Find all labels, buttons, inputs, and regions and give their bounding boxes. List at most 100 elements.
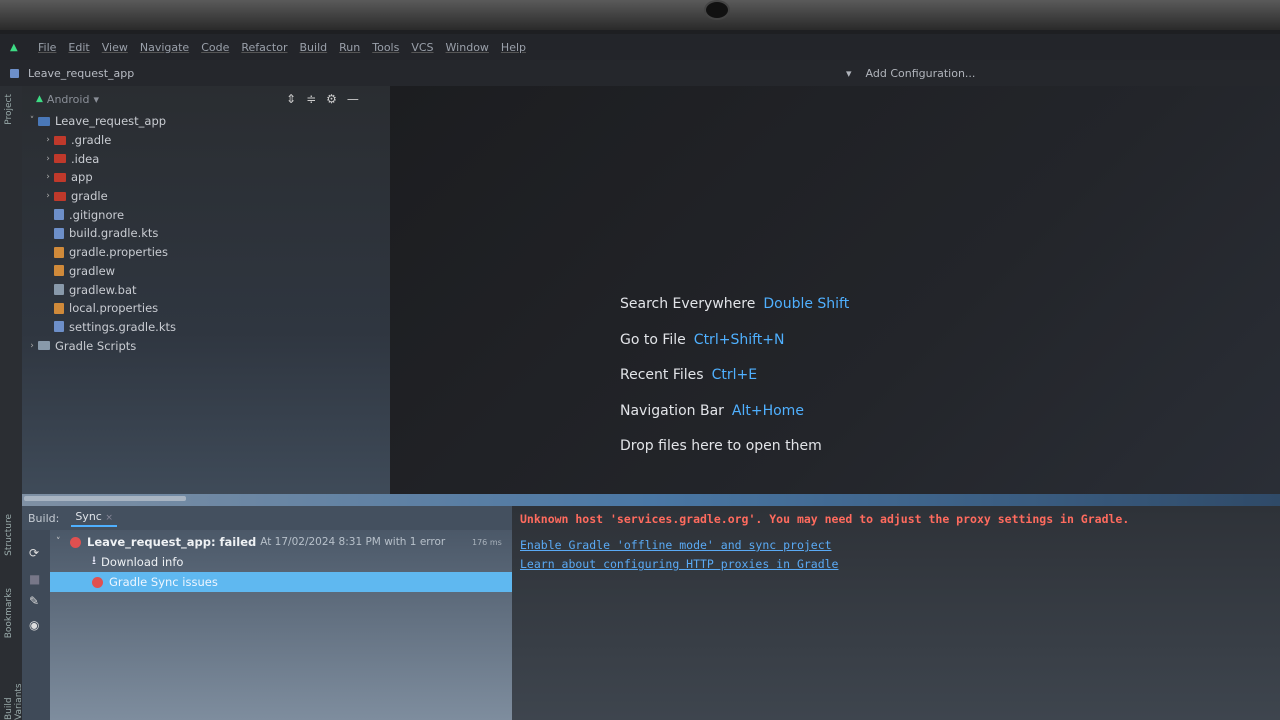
tree-item-gradle-scripts[interactable]: › Gradle Scripts bbox=[22, 336, 390, 355]
tree-item-folder[interactable]: › .idea bbox=[22, 149, 390, 168]
stop-icon[interactable]: ■ bbox=[29, 572, 43, 586]
hint-text: Navigation Bar bbox=[620, 402, 724, 419]
hint-shortcut: Ctrl+Shift+N bbox=[693, 331, 785, 348]
tree-item-file[interactable]: build.gradle.kts bbox=[22, 224, 390, 243]
run-config-selector[interactable]: ▾ Add Configuration... bbox=[846, 67, 975, 80]
tree-item-label: .gitignore bbox=[69, 207, 125, 222]
build-variants-tool-tab[interactable]: Build Variants bbox=[4, 672, 24, 720]
chevron-right-icon[interactable]: › bbox=[42, 154, 54, 164]
dropdown-icon: ▾ bbox=[846, 66, 852, 80]
menu-item[interactable]: VCS bbox=[411, 41, 433, 54]
hide-icon[interactable]: — bbox=[347, 92, 359, 106]
menu-item[interactable]: Edit bbox=[68, 41, 89, 54]
offline-mode-link[interactable]: Enable Gradle 'offline mode' and sync pr… bbox=[520, 538, 832, 552]
tree-item-label: gradlew.bat bbox=[69, 282, 137, 297]
tree-item-label: Leave_request_app bbox=[55, 114, 167, 129]
webcam bbox=[704, 0, 730, 20]
properties-file-icon bbox=[54, 246, 64, 258]
project-breadcrumb[interactable]: Leave_request_app bbox=[10, 67, 134, 80]
tab-sync[interactable]: Sync × bbox=[71, 510, 117, 527]
tree-item-label: gradlew bbox=[69, 263, 116, 278]
build-status-name: Leave_request_app: failed bbox=[87, 535, 257, 549]
sync-icon[interactable]: ⟳ bbox=[29, 546, 43, 560]
hint-text: Recent Files bbox=[620, 367, 704, 383]
build-duration: 176 ms bbox=[472, 537, 502, 547]
horizontal-scrollbar[interactable] bbox=[24, 496, 186, 501]
batch-file-icon bbox=[54, 284, 64, 296]
build-output: Unknown host 'services.gradle.org'. You … bbox=[512, 506, 1280, 720]
chevron-right-icon[interactable]: › bbox=[42, 135, 54, 145]
hint-text: Go to File bbox=[620, 331, 686, 348]
build-tool-window: Build: Sync × ⟳ ■ ✎ ◉ ˅ Leave_request_ap… bbox=[22, 506, 1280, 720]
structure-tool-tab[interactable]: Structure bbox=[4, 514, 14, 556]
menu-item[interactable]: File bbox=[38, 41, 56, 54]
tree-item-file[interactable]: gradle.properties bbox=[22, 243, 390, 262]
title-bar: Leave_request_app ▾ Add Configuration... bbox=[0, 60, 1280, 86]
tree-item-file[interactable]: gradlew bbox=[22, 262, 390, 281]
menu-item[interactable]: Run bbox=[339, 41, 360, 54]
tree-item-file[interactable]: gradlew.bat bbox=[22, 280, 390, 299]
expand-all-icon[interactable]: ⇕ bbox=[286, 92, 296, 106]
project-icon bbox=[10, 68, 19, 78]
tree-item-label: gradle.properties bbox=[69, 245, 168, 260]
download-info-row[interactable]: ⭳ Download info bbox=[50, 552, 512, 572]
gear-icon[interactable]: ⚙ bbox=[326, 92, 337, 106]
tree-item-label: Gradle Scripts bbox=[55, 338, 137, 353]
android-icon: ▲ bbox=[36, 94, 43, 104]
tree-item-root[interactable]: ˅ Leave_request_app bbox=[22, 112, 390, 131]
kotlin-file-icon bbox=[54, 227, 64, 239]
add-configuration-label: Add Configuration... bbox=[865, 66, 976, 80]
folder-icon bbox=[54, 191, 66, 201]
panel-splitter[interactable] bbox=[22, 494, 1280, 506]
build-tree: ˅ Leave_request_app: failed At 17/02/202… bbox=[50, 530, 512, 720]
gradle-sync-issues-row[interactable]: Gradle Sync issues bbox=[50, 572, 512, 592]
tree-item-folder[interactable]: › gradle bbox=[22, 187, 390, 206]
hint-go-to-file: Go to File Ctrl+Shift+N bbox=[620, 332, 849, 368]
view-selector[interactable]: ▲ Android ▾ bbox=[36, 93, 99, 106]
tree-item-file[interactable]: local.properties bbox=[22, 299, 390, 318]
hint-shortcut: Double Shift bbox=[763, 296, 850, 312]
editor-empty-area[interactable]: Search Everywhere Double Shift Go to Fil… bbox=[390, 86, 1280, 496]
tab-sync-label: Sync bbox=[75, 509, 102, 523]
pin-icon[interactable]: ✎ bbox=[29, 594, 43, 608]
download-icon: ⭳ bbox=[92, 552, 97, 567]
tree-item-label: settings.gradle.kts bbox=[69, 319, 176, 334]
menu-item[interactable]: Build bbox=[300, 41, 328, 54]
build-status-row[interactable]: ˅ Leave_request_app: failed At 17/02/202… bbox=[50, 532, 512, 552]
tree-item-folder[interactable]: › app bbox=[22, 168, 390, 187]
kotlin-file-icon bbox=[54, 321, 64, 333]
bookmarks-tool-tab[interactable]: Bookmarks bbox=[4, 588, 14, 638]
proxy-help-link[interactable]: Learn about configuring HTTP proxies in … bbox=[520, 557, 839, 571]
hint-shortcut: Ctrl+E bbox=[711, 367, 758, 383]
menu-item[interactable]: View bbox=[102, 41, 128, 54]
menu-bar: ▲ File Edit View Navigate Code Refactor … bbox=[0, 34, 1280, 60]
project-panel: ▲ Android ▾ ⇕ ≑ ⚙ — ˅ Leave_request_app … bbox=[22, 86, 390, 496]
close-icon[interactable]: × bbox=[105, 513, 113, 523]
file-icon bbox=[54, 209, 64, 221]
menu-item[interactable]: Window bbox=[446, 41, 489, 54]
hint-drop-files: Drop files here to open them bbox=[620, 438, 849, 474]
chevron-right-icon[interactable]: › bbox=[26, 341, 38, 351]
menu-item[interactable]: Tools bbox=[372, 41, 399, 54]
build-tabs: Build: Sync × bbox=[22, 506, 512, 530]
hint-text: Drop files here to open them bbox=[620, 438, 822, 454]
chevron-down-icon[interactable]: ˅ bbox=[26, 116, 38, 126]
collapse-all-icon[interactable]: ≑ bbox=[306, 92, 316, 106]
eye-icon[interactable]: ◉ bbox=[29, 618, 43, 632]
tree-item-label: app bbox=[71, 170, 93, 185]
tree-item-label: gradle bbox=[71, 189, 108, 204]
chevron-right-icon[interactable]: › bbox=[42, 172, 54, 182]
chevron-right-icon[interactable]: › bbox=[42, 191, 54, 201]
folder-icon bbox=[54, 172, 66, 182]
project-tool-tab[interactable]: Project bbox=[4, 94, 14, 125]
chevron-down-icon[interactable]: ˅ bbox=[56, 537, 70, 547]
build-label: Build: bbox=[28, 511, 60, 525]
tree-item-file[interactable]: .gitignore bbox=[22, 205, 390, 224]
menu-item[interactable]: Help bbox=[501, 41, 526, 54]
menu-item[interactable]: Code bbox=[201, 41, 229, 54]
tree-item-file[interactable]: settings.gradle.kts bbox=[22, 318, 390, 337]
menu-item[interactable]: Navigate bbox=[140, 41, 189, 54]
gradle-elephant-icon bbox=[38, 341, 50, 351]
menu-item[interactable]: Refactor bbox=[241, 41, 287, 54]
tree-item-folder[interactable]: › .gradle bbox=[22, 131, 390, 150]
